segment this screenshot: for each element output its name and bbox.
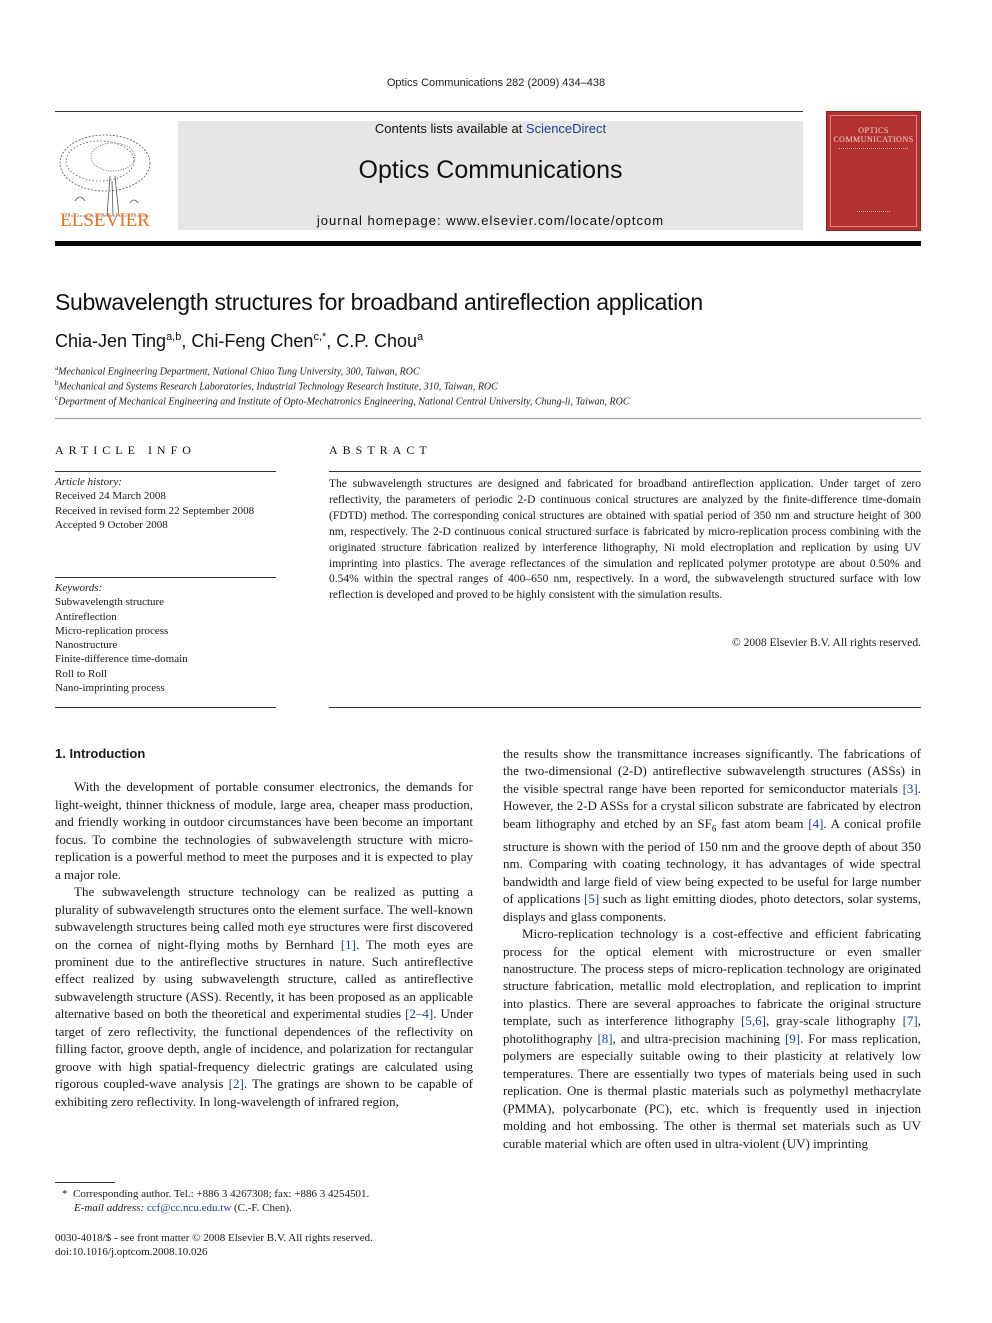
history-accepted: Accepted 9 October 2008 — [55, 518, 168, 531]
citation-link[interactable]: [5] — [584, 891, 599, 906]
masthead-rule — [55, 241, 921, 246]
history-label: Article history: — [55, 476, 122, 488]
author-affil-mark[interactable]: c,* — [313, 331, 326, 343]
citation-link[interactable]: [1] — [341, 937, 356, 952]
keywords: Keywords: Subwavelength structure Antire… — [55, 581, 276, 695]
sciencedirect-link[interactable]: ScienceDirect — [526, 121, 606, 136]
cover-subtitle — [839, 148, 908, 153]
author-name: Chia-Jen Ting — [55, 331, 167, 351]
citation-link[interactable]: [8] — [597, 1031, 612, 1046]
section-heading: 1. Introduction — [55, 746, 146, 761]
journal-cover-thumbnail: OPTICS COMMUNICATIONS — [826, 111, 921, 231]
journal-title: Optics Communications — [358, 156, 623, 184]
article-info-rule — [55, 471, 276, 472]
article-title: Subwavelength structures for broadband a… — [55, 289, 703, 315]
abstract-text: The subwavelength structures are designe… — [329, 478, 921, 602]
author-name: Chi-Feng Chen — [191, 331, 314, 351]
affiliation: aMechanical Engineering Department, Nati… — [55, 364, 420, 378]
keywords-rule — [55, 577, 276, 578]
header-rule — [55, 111, 803, 112]
keyword: Finite-difference time-domain — [55, 653, 188, 666]
citation-link[interactable]: [9] — [785, 1031, 800, 1046]
cover-title: OPTICS COMMUNICATIONS — [833, 126, 914, 144]
citation-link[interactable]: [5,6] — [741, 1013, 766, 1028]
history-revised: Received in revised form 22 September 20… — [55, 504, 255, 517]
keyword: Micro-replication process — [55, 624, 169, 637]
keyword: Subwavelength structure — [55, 596, 165, 609]
keyword: Roll to Roll — [55, 667, 107, 680]
citation-link[interactable]: [7] — [903, 1013, 918, 1028]
email-link[interactable]: ccf@cc.ncu.edu.tw — [147, 1202, 231, 1214]
author-affil-mark[interactable]: a,b — [166, 331, 181, 343]
paragraph: Micro-replication technology is a cost-e… — [503, 926, 921, 1151]
article-info-bottom-rule — [55, 707, 276, 708]
doi-line[interactable]: doi:10.1016/j.optcom.2008.10.026 — [55, 1245, 207, 1259]
issn-line: 0030-4018/$ - see front matter © 2008 El… — [55, 1232, 373, 1244]
contents-prefix: Contents lists available at — [374, 121, 526, 136]
abstract-rule — [329, 471, 921, 472]
citation-link[interactable]: [2] — [229, 1076, 244, 1091]
paragraph: the results show the transmittance incre… — [503, 746, 922, 924]
affiliation: cDepartment of Mechanical Engineering an… — [55, 394, 630, 408]
keywords-label: Keywords: — [55, 582, 103, 594]
author-name: C.P. Chou — [336, 331, 418, 351]
citation-link[interactable]: [3] — [903, 781, 918, 796]
email-note: E-mail address: ccf@cc.ncu.edu.tw (C.-F.… — [74, 1202, 292, 1214]
footnote-rule — [55, 1182, 115, 1183]
article-history: Article history: Received 24 March 2008 … — [55, 475, 276, 532]
citation-link[interactable]: [2–4] — [405, 1006, 433, 1021]
affiliation-rule — [55, 418, 921, 419]
running-head: Optics Communications 282 (2009) 434–438 — [386, 77, 606, 89]
journal-homepage[interactable]: journal homepage: www.elsevier.com/locat… — [178, 213, 803, 228]
keyword: Nano-imprinting process — [55, 682, 165, 695]
keyword: Antireflection — [55, 610, 117, 623]
history-received: Received 24 March 2008 — [55, 490, 166, 503]
keyword: Nanostructure — [55, 639, 118, 652]
elsevier-wordmark: ELSEVIER — [60, 210, 150, 231]
paragraph: With the development of portable consume… — [55, 779, 473, 882]
citation-link[interactable]: [4] — [808, 816, 823, 831]
abstract-copyright: © 2008 Elsevier B.V. All rights reserved… — [732, 637, 921, 649]
author-affil-mark[interactable]: a — [417, 331, 423, 343]
contents-line: Contents lists available at ScienceDirec… — [178, 121, 803, 136]
cover-publisher-mark — [857, 211, 890, 218]
body-left-column: 1. Introduction With the development of … — [55, 745, 473, 1110]
article-info-heading: ARTICLE INFO — [55, 443, 196, 457]
abstract-bottom-rule — [329, 707, 921, 708]
affiliation: bMechanical and Systems Research Laborat… — [55, 379, 498, 393]
corresponding-author-note: * Corresponding author. Tel.: +886 3 426… — [62, 1188, 370, 1200]
author-list: Chia-Jen Tinga,b, Chi-Feng Chenc,*, C.P.… — [55, 331, 424, 351]
abstract-heading: ABSTRACT — [329, 443, 432, 457]
paragraph: The subwavelength structure technology c… — [55, 884, 474, 1109]
body-right-column: the results show the transmittance incre… — [503, 745, 921, 1152]
